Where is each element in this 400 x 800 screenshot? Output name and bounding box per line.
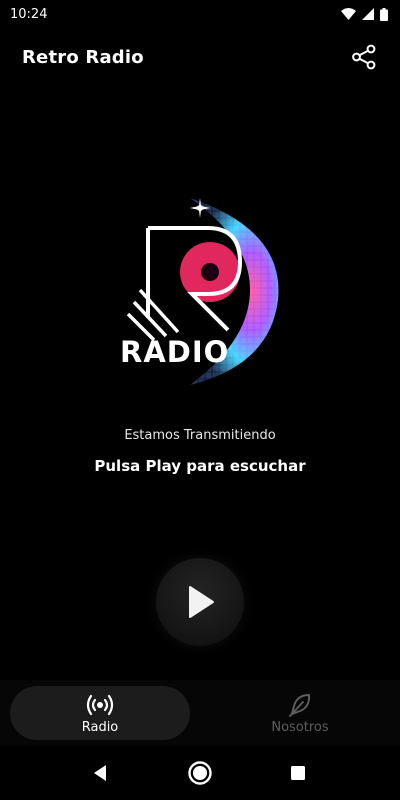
feather-icon bbox=[287, 692, 313, 718]
status-icons bbox=[341, 7, 388, 21]
recents-icon bbox=[291, 766, 305, 780]
home-button[interactable] bbox=[185, 758, 215, 788]
status-time: 10:24 bbox=[10, 6, 48, 22]
app-title: Retro Radio bbox=[22, 46, 144, 68]
status-bar: 10:24 bbox=[0, 0, 400, 28]
logo-text: RADIO bbox=[120, 335, 229, 369]
share-icon bbox=[352, 44, 376, 70]
app-bar: Retro Radio bbox=[0, 28, 400, 86]
battery-icon bbox=[380, 7, 388, 21]
station-logo: RADIO bbox=[100, 190, 290, 390]
system-navigation-bar bbox=[0, 746, 400, 800]
nav-label-nosotros: Nosotros bbox=[271, 719, 329, 735]
signal-icon bbox=[362, 8, 374, 20]
play-button[interactable] bbox=[156, 558, 244, 646]
bottom-navigation: Radio Nosotros bbox=[0, 680, 400, 746]
nav-item-radio[interactable]: Radio bbox=[10, 686, 190, 740]
recents-button[interactable] bbox=[283, 758, 313, 788]
share-button[interactable] bbox=[350, 43, 378, 71]
logo-graphic: RADIO bbox=[120, 198, 279, 385]
home-icon bbox=[188, 761, 212, 785]
broadcast-status: Estamos Transmitiendo bbox=[124, 428, 276, 443]
back-icon bbox=[94, 765, 106, 781]
nav-label-radio: Radio bbox=[81, 719, 119, 735]
play-icon bbox=[189, 586, 214, 618]
radio-broadcast-icon bbox=[86, 692, 114, 718]
wifi-icon bbox=[341, 8, 356, 20]
play-prompt: Pulsa Play para escuchar bbox=[94, 457, 306, 475]
nav-item-nosotros[interactable]: Nosotros bbox=[210, 686, 390, 740]
back-button[interactable] bbox=[85, 758, 115, 788]
